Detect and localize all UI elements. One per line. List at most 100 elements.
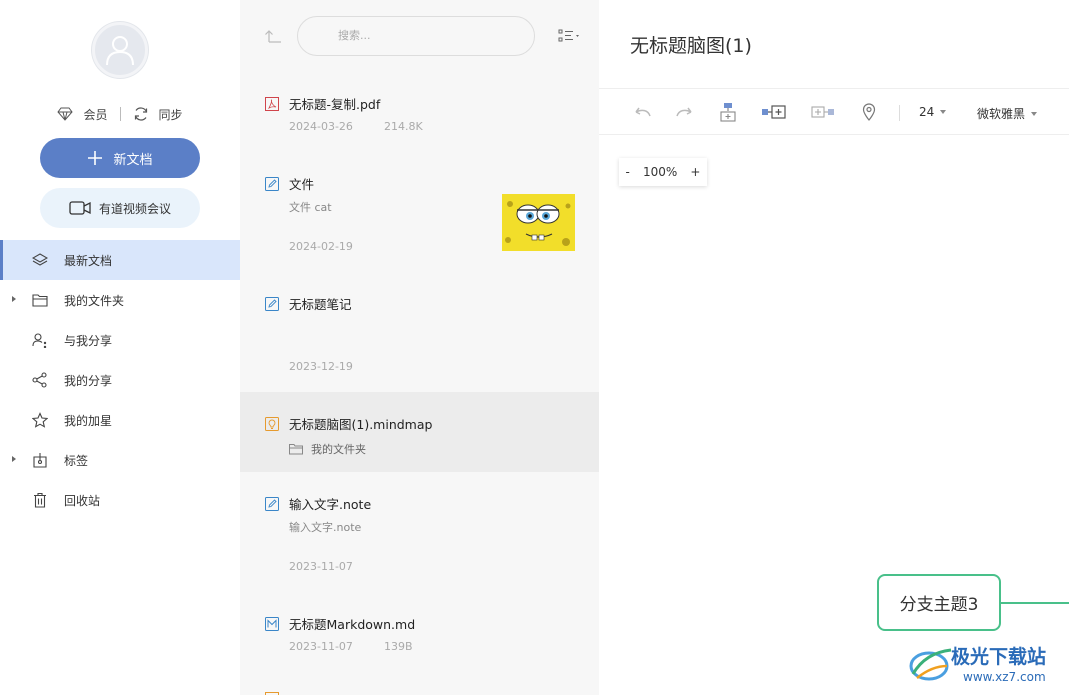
- sidebar-item-label: 标签: [64, 453, 89, 468]
- watermark: 极光下载站 www.xz7.com: [907, 640, 1067, 692]
- vip-label: 会员: [83, 107, 108, 122]
- file-preview: 文件 cat: [289, 201, 332, 214]
- undo-button[interactable]: [632, 102, 652, 122]
- note-icon: [265, 497, 279, 511]
- diamond-icon: [57, 107, 74, 121]
- folder-name: 我的文件夹: [311, 443, 366, 456]
- editor-toolbar: 24 微软雅黑: [599, 88, 1069, 135]
- mindmap-editor: 无标题脑图(1) 24 微软雅黑 - 100% + 分支主题3 极光下载站 ww…: [599, 0, 1069, 695]
- list-view-icon: [558, 29, 579, 42]
- zoom-out-button[interactable]: -: [626, 165, 630, 179]
- file-name: 无标题笔记: [289, 297, 352, 312]
- file-date: 2023-11-07: [289, 560, 353, 573]
- tag-icon: [32, 452, 48, 468]
- insert-sibling-topic-button[interactable]: [761, 102, 787, 122]
- file-name: 无标题Markdown.md: [289, 617, 416, 632]
- new-doc-button[interactable]: 新文档: [40, 138, 200, 178]
- insert-sibling-icon: [762, 105, 786, 119]
- sidebar-item-label: 我的分享: [64, 373, 113, 388]
- sidebar-item-my-shares[interactable]: 我的分享: [0, 360, 240, 400]
- chevron-down-icon: [940, 110, 947, 114]
- expand-caret-icon[interactable]: [12, 456, 16, 462]
- watermark-logo: [909, 648, 952, 681]
- note-icon: [265, 177, 279, 191]
- location-pin-icon: [862, 103, 876, 121]
- vip-button[interactable]: 会员: [45, 106, 119, 123]
- location-button[interactable]: [859, 102, 879, 122]
- sidebar-item-trash[interactable]: 回收站: [0, 480, 240, 520]
- insert-child-topic-button[interactable]: [718, 102, 738, 122]
- pdf-icon: [265, 97, 279, 111]
- folder-icon: [289, 444, 303, 455]
- sidebar: 会员 同步 新文档 有道视频会议 最新文档 我的文件夹 与我分享 我的分享 我的…: [0, 0, 240, 695]
- up-level-button[interactable]: [264, 28, 282, 44]
- toolbar-divider: [899, 105, 900, 121]
- sidebar-item-shared-with-me[interactable]: 与我分享: [0, 320, 240, 360]
- insert-parent-topic-button[interactable]: [811, 102, 837, 122]
- file-thumbnail: [502, 194, 575, 251]
- redo-icon: [676, 107, 692, 117]
- mindmap-icon: [265, 417, 279, 431]
- view-mode-button[interactable]: [558, 28, 584, 44]
- chevron-down-icon: [1031, 111, 1038, 116]
- document-title[interactable]: 无标题脑图(1): [630, 31, 752, 58]
- file-name: 无标题-复制.pdf: [289, 97, 381, 112]
- font-size-select[interactable]: 24: [919, 105, 947, 119]
- zoom-control: - 100% +: [619, 158, 707, 186]
- video-meeting-button[interactable]: 有道视频会议: [40, 188, 200, 228]
- topic-label: 分支主题3: [899, 595, 979, 615]
- meeting-label: 有道视频会议: [98, 201, 171, 216]
- search-input[interactable]: 搜索...: [297, 16, 535, 56]
- folder-icon: [32, 292, 48, 308]
- font-size-value: 24: [919, 105, 935, 119]
- sidebar-nav: 最新文档 我的文件夹 与我分享 我的分享 我的加星 标签 回收站: [0, 240, 240, 520]
- star-icon: [32, 412, 48, 428]
- layers-icon: [32, 252, 48, 268]
- file-name: 输入文字.note: [289, 497, 372, 512]
- sidebar-item-recent[interactable]: 最新文档: [0, 240, 240, 280]
- file-list-panel: 搜索... 无标题-复制.pdf 2024-03-26 214.8K 文件 文件…: [240, 0, 599, 695]
- topic-connector: [1001, 602, 1069, 604]
- font-family-value: 微软雅黑: [977, 107, 1026, 121]
- sync-label: 同步: [158, 107, 183, 122]
- sidebar-item-starred[interactable]: 我的加星: [0, 400, 240, 440]
- file-name: 无标题脑图(1).mindmap: [289, 417, 433, 432]
- markdown-icon: [265, 617, 279, 631]
- redo-button[interactable]: [675, 102, 695, 122]
- share-icon: [32, 372, 48, 388]
- file-item[interactable]: 无标题笔记 2023-12-19: [240, 272, 599, 392]
- file-date: 2024-02-19: [289, 240, 353, 253]
- font-family-select[interactable]: 微软雅黑: [977, 105, 1038, 122]
- insert-parent-icon: [811, 106, 834, 118]
- sponge-face-image: [502, 194, 575, 251]
- plus-icon: [88, 151, 103, 165]
- file-item[interactable]: 输入文字.note 输入文字.note 2023-11-07: [240, 472, 599, 592]
- file-name: 文件: [289, 177, 315, 192]
- mindmap-topic-node[interactable]: 分支主题3: [877, 574, 1001, 631]
- file-item-partial[interactable]: [240, 688, 599, 695]
- file-item[interactable]: 无标题Markdown.md 2023-11-07 139B: [240, 592, 599, 695]
- file-preview: 输入文字.note: [289, 521, 362, 534]
- watermark-url: www.xz7.com: [963, 670, 1046, 684]
- file-size: 214.8K: [384, 120, 423, 133]
- sidebar-item-tags[interactable]: 标签: [0, 440, 240, 480]
- sync-button[interactable]: 同步: [121, 106, 195, 123]
- note-icon: [265, 297, 279, 311]
- watermark-text: 极光下载站: [951, 646, 1047, 668]
- file-list-header: 搜索...: [240, 0, 599, 72]
- file-item[interactable]: 文件 文件 cat 2024-02-19: [240, 152, 599, 272]
- sidebar-item-label: 我的文件夹: [64, 293, 125, 308]
- file-date: 2023-12-19: [289, 360, 353, 373]
- user-share-icon: [32, 332, 48, 348]
- sidebar-item-my-folders[interactable]: 我的文件夹: [0, 280, 240, 320]
- search-placeholder: 搜索...: [338, 29, 371, 42]
- new-doc-label: 新文档: [113, 152, 153, 168]
- file-folder-location: 我的文件夹: [289, 441, 366, 457]
- expand-caret-icon[interactable]: [12, 296, 16, 302]
- sync-icon: [134, 107, 147, 121]
- user-icon: [106, 36, 134, 66]
- avatar[interactable]: [92, 22, 148, 78]
- file-item-active[interactable]: 无标题脑图(1).mindmap 我的文件夹: [240, 392, 599, 472]
- zoom-in-button[interactable]: +: [690, 165, 700, 179]
- mindmap-icon: [265, 688, 279, 695]
